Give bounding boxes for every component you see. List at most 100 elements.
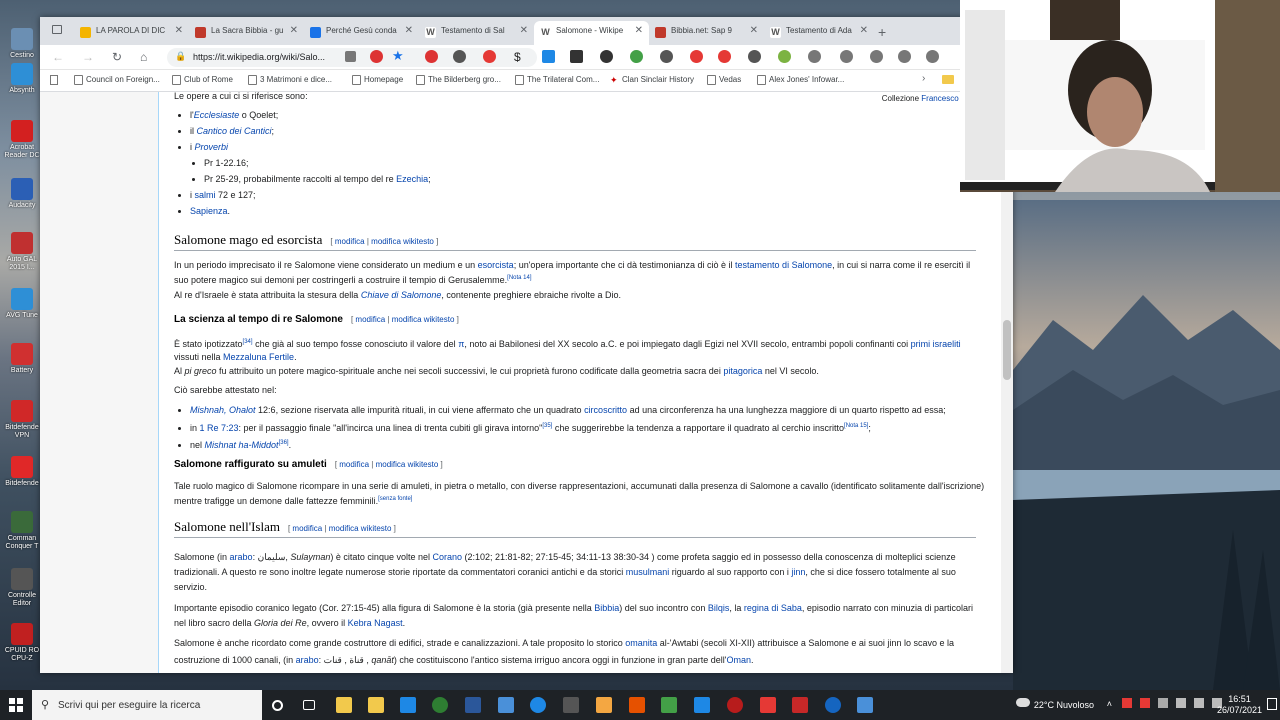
chevron-right-icon[interactable]: ›: [922, 73, 925, 84]
bookmark-item[interactable]: Council on Foreign...: [74, 75, 160, 85]
corano-link[interactable]: Corano: [432, 552, 462, 562]
desktop-icon-cpuz[interactable]: CPUID RO CPU-Z: [2, 621, 42, 671]
home-icon[interactable]: ⌂: [140, 50, 147, 64]
re-link[interactable]: 1 Re 7:23: [200, 423, 239, 433]
arabo-link[interactable]: arabo: [296, 655, 319, 665]
folder-icon[interactable]: [942, 75, 954, 84]
volume-icon[interactable]: [1194, 698, 1204, 708]
jinn-link[interactable]: jinn: [791, 567, 805, 577]
close-tab-icon[interactable]: ✕: [175, 25, 183, 36]
notifications-icon[interactable]: [1267, 698, 1277, 710]
extension-icon[interactable]: [690, 50, 703, 63]
forward-icon[interactable]: →: [82, 50, 94, 64]
tab-bibbia-net[interactable]: Bibbia.net: Sap 9 ✕: [649, 21, 764, 45]
citation-needed-link[interactable]: [senza fonte]: [378, 496, 412, 502]
extension-icon[interactable]: [840, 50, 853, 63]
bookmark-item[interactable]: ✦ Clan Sinclair History: [610, 75, 694, 85]
cortana-icon[interactable]: [272, 700, 283, 711]
extension-icon[interactable]: [926, 50, 939, 63]
store-icon[interactable]: [368, 697, 384, 713]
edit-wikitext-link[interactable]: modifica wikitesto: [376, 460, 439, 469]
footnote-link[interactable]: [Nota 15]: [844, 423, 868, 429]
extension-icon[interactable]: [660, 50, 673, 63]
reload-icon[interactable]: ↻: [112, 50, 122, 64]
ezechia-link[interactable]: Ezechia: [396, 174, 428, 184]
extension-icon[interactable]: [808, 50, 821, 63]
network-icon[interactable]: [1176, 698, 1186, 708]
bookmark-item[interactable]: Alex Jones' Infowar...: [757, 75, 844, 85]
kebra-link[interactable]: Kebra Nagast: [348, 618, 403, 628]
mail-icon[interactable]: [400, 697, 416, 713]
extension-icon[interactable]: [630, 50, 643, 63]
dollar-icon[interactable]: $: [514, 50, 521, 64]
edge-icon[interactable]: [530, 697, 546, 713]
bibbia-link[interactable]: Bibbia: [594, 603, 619, 613]
chiave-link[interactable]: Chiave di Salomone: [361, 290, 442, 300]
edit-link[interactable]: modifica: [335, 237, 365, 246]
close-tab-icon[interactable]: ✕: [290, 25, 298, 36]
chevron-up-icon[interactable]: ˄: [1107, 699, 1112, 709]
clock[interactable]: 16:51 26/07/2021: [1217, 694, 1262, 716]
app-icon[interactable]: [760, 697, 776, 713]
tab-search-icon[interactable]: [52, 25, 62, 34]
bilqis-link[interactable]: Bilqis: [708, 603, 730, 613]
israeliti-link[interactable]: primi israeliti: [911, 339, 961, 349]
weather-label[interactable]: 22°C Nuvoloso: [1034, 700, 1094, 710]
close-tab-icon[interactable]: ✕: [520, 25, 528, 36]
history-icon[interactable]: [898, 50, 911, 63]
new-tab-button[interactable]: +: [878, 24, 886, 40]
edit-link[interactable]: modifica: [292, 524, 322, 533]
tray-icon[interactable]: [1122, 698, 1132, 708]
extension-icon[interactable]: [453, 50, 466, 63]
bookmark-star-icon[interactable]: ★: [392, 48, 404, 64]
desktop-icon-absynth[interactable]: Absynth: [2, 61, 42, 111]
app-icon[interactable]: [694, 697, 710, 713]
tab-perche-gesu[interactable]: Perché Gesù conda ✕: [304, 21, 419, 45]
testamento-link[interactable]: testamento di Salomone: [735, 260, 832, 270]
proverbi-link[interactable]: Proverbi: [195, 142, 229, 152]
pitagorica-link[interactable]: pitagorica: [723, 366, 762, 376]
bookmark-item[interactable]: Vedas: [707, 75, 741, 85]
desktop-icon-bitdefender-vpn[interactable]: Bitdefende VPN: [2, 398, 42, 448]
edit-link[interactable]: modifica: [355, 315, 385, 324]
extension-icon[interactable]: [425, 50, 438, 63]
extension-icon[interactable]: [718, 50, 731, 63]
app-icon[interactable]: [792, 697, 808, 713]
cantico-link[interactable]: Cantico dei Cantici: [197, 126, 272, 136]
back-icon[interactable]: ←: [52, 50, 64, 64]
extension-icon[interactable]: [870, 50, 883, 63]
footnote-link[interactable]: [36]: [279, 440, 289, 446]
circoscritto-link[interactable]: circoscritto: [584, 405, 627, 415]
salmi-link[interactable]: salmi: [195, 190, 216, 200]
desktop-icon-bitdefender[interactable]: Bitdefende: [2, 454, 42, 504]
mezzaluna-link[interactable]: Mezzaluna Fertile: [223, 352, 294, 362]
folder-icon[interactable]: [596, 697, 612, 713]
ecclesiaste-link[interactable]: Ecclesiaste: [194, 110, 240, 120]
app-icon[interactable]: [498, 697, 514, 713]
edit-wikitext-link[interactable]: modifica wikitesto: [371, 237, 434, 246]
musulmani-link[interactable]: musulmani: [626, 567, 670, 577]
task-view-icon[interactable]: [303, 700, 315, 710]
taskbar-search[interactable]: ⚲ Scrivi qui per eseguire la ricerca: [32, 690, 262, 720]
close-tab-icon[interactable]: ✕: [860, 25, 868, 36]
arabo-link[interactable]: arabo: [230, 552, 253, 562]
desktop-icon-controller-editor[interactable]: Controlle Editor: [2, 566, 42, 616]
desktop-icon-acrobat[interactable]: Acrobat Reader DC: [2, 118, 42, 168]
middot-link[interactable]: Mishnat ha-Middot: [205, 440, 279, 450]
scrollbar-thumb[interactable]: [1003, 320, 1011, 380]
extension-icon[interactable]: [748, 50, 761, 63]
chrome-icon[interactable]: [432, 697, 448, 713]
tab-parola-di-dio[interactable]: LA PAROLA DI DIC ✕: [74, 21, 189, 45]
edit-link[interactable]: modifica: [339, 460, 369, 469]
close-tab-icon[interactable]: ✕: [405, 25, 413, 36]
close-tab-icon[interactable]: ✕: [750, 25, 758, 36]
install-icon[interactable]: [345, 51, 356, 62]
footnote-link[interactable]: [Nota 14]: [507, 275, 531, 281]
mishnah-link[interactable]: Mishnah, Ohalot: [190, 405, 256, 415]
footnote-link[interactable]: [35]: [542, 423, 552, 429]
tray-icon[interactable]: [1140, 698, 1150, 708]
desktop-icon-battery[interactable]: Battery: [2, 341, 42, 391]
extension-icon[interactable]: [778, 50, 791, 63]
extension-icon[interactable]: [542, 50, 555, 63]
app-icon[interactable]: [563, 697, 579, 713]
